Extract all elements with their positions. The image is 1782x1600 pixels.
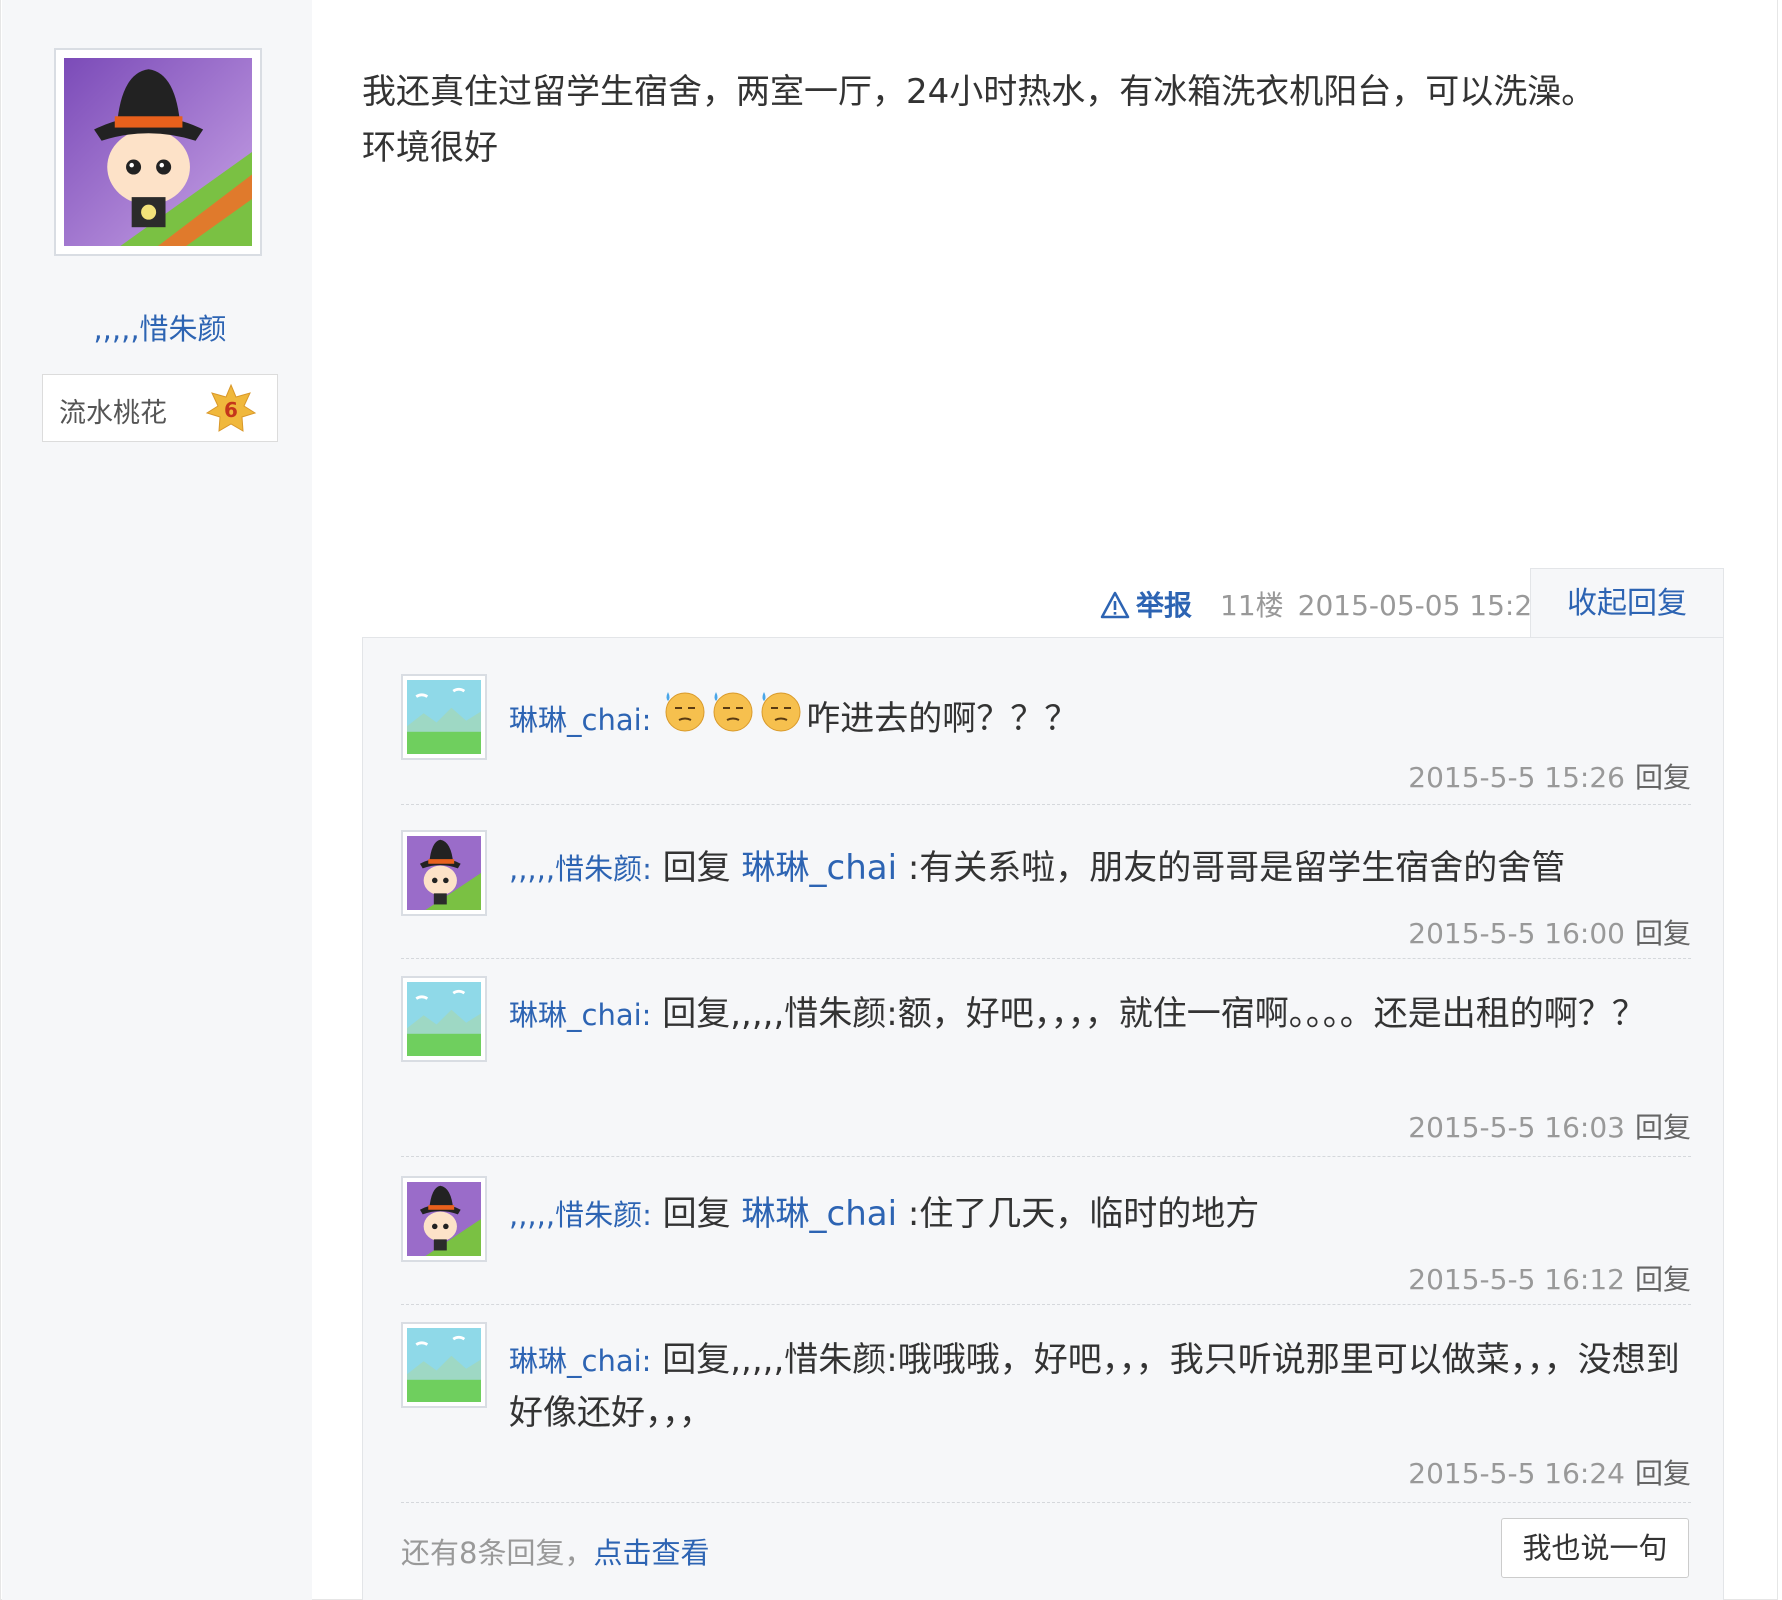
level-name: 流水桃花 [59, 398, 167, 429]
author-avatar[interactable] [54, 48, 262, 256]
report-link[interactable]: 举报 [1100, 589, 1206, 622]
level-badge-box[interactable]: 流水桃花 6 [42, 374, 278, 442]
reply-button[interactable]: 回复 [1635, 761, 1691, 794]
reply-body: 琳琳_chai: 咋进去的啊？？？ [509, 686, 1689, 746]
reply-item: ,,,,,惜朱颜: 回复 琳琳_chai :住了几天，临时的地方 2015-5-… [401, 1176, 1691, 1305]
reply-username[interactable]: ,,,,,惜朱颜 [509, 852, 642, 886]
reply-button[interactable]: 回复 [1635, 1263, 1691, 1296]
reply-button[interactable]: 回复 [1635, 1457, 1691, 1490]
post-line-2: 环境很好 [362, 128, 498, 168]
reply-item: ,,,,,惜朱颜: 回复 琳琳_chai :有关系啦，朋友的哥哥是留学生宿舍的舍… [401, 830, 1691, 959]
character-avatar-art [407, 1182, 481, 1256]
character-avatar-art [407, 836, 481, 910]
reply-body: 琳琳_chai: 回复,,,,,惜朱颜:哦哦哦，好吧，，，我只听说那里可以做菜，… [509, 1334, 1689, 1439]
reply-time: 2015-5-5 16:03 [1408, 1111, 1625, 1144]
reply-separator: : [642, 1198, 652, 1232]
reply-footer: 2015-5-5 16:12 回复 [1408, 1258, 1691, 1298]
reply-footer: 2015-5-5 16:24 回复 [1408, 1452, 1691, 1492]
floor-number: 11楼 [1220, 589, 1284, 622]
more-replies: 还有8条回复，点击查看 [401, 1530, 709, 1572]
report-label: 举报 [1136, 589, 1193, 622]
reply-to-username[interactable]: 琳琳_chai [742, 848, 898, 888]
reply-body: 琳琳_chai: 回复,,,,,惜朱颜:额，好吧，，，，就住一宿啊。。。。还是出… [509, 988, 1689, 1041]
reply-avatar[interactable] [401, 674, 487, 760]
reply-to-username[interactable]: 琳琳_chai [742, 1194, 898, 1234]
landscape-avatar-art [407, 680, 481, 754]
reply-footer: 2015-5-5 15:26 回复 [1408, 756, 1691, 796]
reply-username[interactable]: 琳琳_chai [509, 703, 642, 737]
reply-time: 2015-5-5 15:26 [1408, 761, 1625, 794]
reply-avatar[interactable] [401, 1322, 487, 1408]
reply-separator: : [641, 1344, 652, 1378]
reply-text: :住了几天，临时的地方 [897, 1194, 1260, 1234]
post-datetime: 2015-05-05 15:24 [1297, 589, 1550, 622]
landscape-avatar-art [407, 1328, 481, 1402]
reply-avatar[interactable] [401, 976, 487, 1062]
say-something-button[interactable]: 我也说一句 [1501, 1518, 1689, 1578]
reply-username[interactable]: 琳琳_chai [509, 998, 642, 1032]
reply-item: 琳琳_chai: 回复,,,,,惜朱颜:额，好吧，，，，就住一宿啊。。。。还是出… [401, 976, 1691, 1157]
reply-separator: : [641, 998, 652, 1032]
reply-body: ,,,,,惜朱颜: 回复 琳琳_chai :有关系啦，朋友的哥哥是留学生宿舍的舍… [509, 842, 1689, 895]
landscape-avatar-art [407, 982, 481, 1056]
reply-separator: : [641, 703, 652, 737]
reply-text: 回复,,,,,惜朱颜:额，好吧，，，，就住一宿啊。。。。还是出租的啊？？ [651, 994, 1646, 1034]
reply-button[interactable]: 回复 [1635, 917, 1691, 950]
level-number: 6 [224, 398, 238, 422]
character-avatar-art [64, 58, 253, 246]
reply-time: 2015-5-5 16:00 [1408, 917, 1625, 950]
reply-item: 琳琳_chai: 回复,,,,,惜朱颜:哦哦哦，好吧，，，我只听说那里可以做菜，… [401, 1322, 1691, 1503]
sweat-emoji-icon [761, 692, 801, 732]
reply-text: :有关系啦，朋友的哥哥是留学生宿舍的舍管 [897, 848, 1566, 888]
reply-separator: : [642, 852, 652, 886]
view-more-link[interactable]: 点击查看 [593, 1536, 709, 1570]
reply-avatar[interactable] [401, 830, 487, 916]
author-name[interactable]: ,,,,,惜朱颜 [2, 306, 318, 348]
level-star-icon: 6 [205, 383, 257, 432]
warning-icon [1100, 591, 1130, 619]
reply-item: 琳琳_chai: 咋进去的啊？？？ 2015-5-5 15:26 回复 [401, 674, 1691, 805]
reply-time: 2015-5-5 16:12 [1408, 1263, 1625, 1296]
more-replies-text: 还有8条回复， [401, 1536, 594, 1570]
reply-avatar[interactable] [401, 1176, 487, 1262]
sweat-emoji-icon [665, 692, 705, 732]
collapse-replies-button[interactable]: 收起回复 [1530, 568, 1724, 638]
reply-text: 回复,,,,,惜朱颜:哦哦哦，好吧，，，我只听说那里可以做菜，，，没想到好像还好… [509, 1340, 1680, 1433]
author-column: ,,,,,惜朱颜 流水桃花 6 [2, 0, 312, 1600]
reply-button[interactable]: 回复 [1635, 1111, 1691, 1144]
reply-body: ,,,,,惜朱颜: 回复 琳琳_chai :住了几天，临时的地方 [509, 1188, 1689, 1241]
post-line-1: 我还真住过留学生宿舍，两室一厅，24小时热水，有冰箱洗衣机阳台，可以洗澡。 [362, 72, 1596, 112]
reply-text: 咋进去的啊？？？ [806, 699, 1079, 739]
reply-username[interactable]: ,,,,,惜朱颜 [509, 1198, 642, 1232]
reply-prefix: 回复 [651, 1194, 742, 1234]
sweat-emoji-icon [713, 692, 753, 732]
reply-footer: 2015-5-5 16:00 回复 [1408, 912, 1691, 952]
reply-time: 2015-5-5 16:24 [1408, 1457, 1625, 1490]
reply-prefix: 回复 [651, 848, 742, 888]
post-meta: 举报 11楼 2015-05-05 15:24 [1100, 584, 1564, 624]
reply-footer: 2015-5-5 16:03 回复 [1408, 1106, 1691, 1146]
reply-panel: 琳琳_chai: 咋进去的啊？？？ 2015-5-5 15:26 回复 ,,,,,… [362, 637, 1724, 1600]
post-content: 我还真住过留学生宿舍，两室一厅，24小时热水，有冰箱洗衣机阳台，可以洗澡。 环境… [362, 64, 1722, 176]
reply-username[interactable]: 琳琳_chai [509, 1344, 642, 1378]
